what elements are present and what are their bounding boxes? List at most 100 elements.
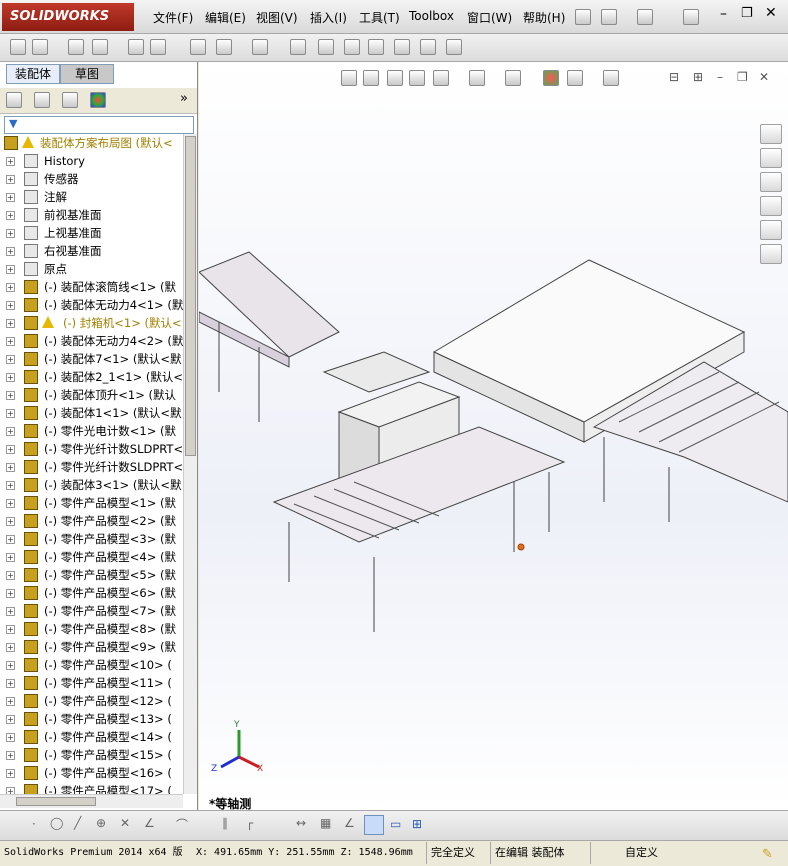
expand-icon[interactable]: + [6, 643, 15, 652]
tree-item[interactable]: + (-) 零件产品模型<1> (默 [0, 494, 183, 512]
section-view-icon[interactable] [409, 70, 425, 86]
expand-icon[interactable]: + [6, 661, 15, 670]
expand-icon[interactable]: + [6, 355, 15, 364]
home-icon[interactable] [760, 124, 782, 144]
expand-icon[interactable]: + [6, 391, 15, 400]
mate-icon[interactable] [92, 39, 108, 55]
pattern-icon[interactable] [216, 39, 232, 55]
expand-icon[interactable]: + [6, 517, 15, 526]
expand-icon[interactable]: + [6, 463, 15, 472]
tree-item[interactable]: + (-) 零件产品模型<15> ( [0, 746, 183, 764]
expand-icon[interactable]: + [6, 319, 15, 328]
expand-icon[interactable]: + [6, 607, 15, 616]
viewport-restore-icon[interactable]: ❐ [737, 70, 748, 84]
screenshot-icon[interactable] [446, 39, 462, 55]
rotate-icon[interactable] [190, 39, 206, 55]
menu-tools[interactable]: 工具(T) [359, 9, 400, 26]
tree-item[interactable]: + (-) 装配体滚筒线<1> (默 [0, 278, 183, 296]
tree-item[interactable]: + 前视基准面 [0, 206, 183, 224]
shaded-view-icon[interactable] [364, 815, 384, 835]
tree-vertical-scrollbar[interactable] [183, 134, 197, 794]
expand-icon[interactable]: + [6, 265, 15, 274]
tree-item[interactable]: + (-) 装配体7<1> (默认<默 [0, 350, 183, 368]
interference-icon[interactable] [394, 39, 410, 55]
expand-icon[interactable]: + [6, 247, 15, 256]
expand-icon[interactable]: + [6, 715, 15, 724]
zoom-area-icon[interactable] [363, 70, 379, 86]
tile-horizontal-icon[interactable]: ⊟ [669, 70, 679, 84]
line-icon[interactable]: ╱ [74, 816, 81, 830]
expand-icon[interactable]: + [6, 175, 15, 184]
tree-item[interactable]: + (-) 装配体3<1> (默认<默 [0, 476, 183, 494]
menu-insert[interactable]: 插入(I) [310, 9, 347, 26]
view-palette-icon[interactable] [760, 196, 782, 216]
feature-tree-icon[interactable] [6, 92, 22, 108]
trim-icon[interactable]: ✕ [120, 816, 130, 830]
tree-item[interactable]: + (-) 零件光纤计数SLDPRT< [0, 458, 183, 476]
hide-show-icon[interactable] [505, 70, 521, 86]
view-settings-icon[interactable] [603, 70, 619, 86]
move-icon[interactable] [150, 39, 166, 55]
tree-item[interactable]: + 注解 [0, 188, 183, 206]
paperclip-icon[interactable] [68, 39, 84, 55]
expand-icon[interactable]: + [6, 787, 15, 794]
corner-icon[interactable]: ┌ [246, 816, 253, 830]
expand-icon[interactable]: + [6, 697, 15, 706]
expand-icon[interactable]: + [6, 751, 15, 760]
expand-icon[interactable]: + [6, 229, 15, 238]
select-icon[interactable] [10, 39, 26, 55]
tree-item[interactable]: + (-) 零件产品模型<16> ( [0, 764, 183, 782]
graphics-viewport[interactable]: ⊟ ⊞ – ❐ ✕ Y X Z *等轴测 [199, 62, 788, 811]
menu-window[interactable]: 窗口(W) [467, 9, 512, 26]
appearance-icon[interactable] [543, 70, 559, 86]
menu-file[interactable]: 文件(F) [153, 9, 193, 26]
smart-fastener-icon[interactable] [252, 39, 268, 55]
parallel-icon[interactable]: ∥ [222, 816, 228, 830]
display-style-icon[interactable] [469, 70, 485, 86]
tree-item[interactable]: + (-) 装配体2_1<1> (默认< [0, 368, 183, 386]
zoom-to-fit-icon[interactable] [341, 70, 357, 86]
point-icon[interactable]: · [32, 817, 36, 831]
units-selector[interactable]: 自定义 [590, 842, 750, 864]
tree-item[interactable]: + (-) 零件产品模型<6> (默 [0, 584, 183, 602]
restore-icon[interactable]: ❐ [741, 6, 753, 21]
new-document-icon[interactable] [601, 9, 617, 25]
tree-item[interactable]: + (-) 零件产品模型<7> (默 [0, 602, 183, 620]
expand-icon[interactable]: + [6, 733, 15, 742]
file-explorer-icon[interactable] [760, 172, 782, 192]
minimize-icon[interactable]: – [720, 6, 727, 22]
expand-icon[interactable]: + [6, 571, 15, 580]
scroll-thumb[interactable] [185, 136, 196, 456]
tree-item[interactable]: + (-) 零件产品模型<4> (默 [0, 548, 183, 566]
expand-icon[interactable]: + [6, 535, 15, 544]
tree-item[interactable]: + 传感器 [0, 170, 183, 188]
tree-item[interactable]: + (-) 装配体无动力4<2> (默 [0, 332, 183, 350]
expand-icon[interactable]: + [6, 553, 15, 562]
menu-help[interactable]: 帮助(H) [523, 9, 565, 26]
tile-vertical-icon[interactable]: ⊞ [693, 70, 703, 84]
expand-icon[interactable]: + [6, 769, 15, 778]
relation-icon[interactable]: ∠ [344, 816, 355, 830]
expand-icon[interactable]: + [6, 625, 15, 634]
tree-item[interactable]: + (-) 零件产品模型<14> ( [0, 728, 183, 746]
expand-icon[interactable]: + [6, 499, 15, 508]
dimension-icon[interactable]: ↔ [296, 816, 306, 830]
tree-item[interactable]: + (-) 装配体无动力4<1> (默 [0, 296, 183, 314]
menu-toolbox[interactable]: Toolbox [409, 9, 454, 23]
sketch-icon[interactable] [344, 39, 360, 55]
open-folder-icon[interactable] [637, 9, 653, 25]
solidworks-logo[interactable]: SOLIDWORKS [2, 3, 134, 31]
component-icon[interactable] [128, 39, 144, 55]
assembly-model[interactable] [199, 182, 788, 652]
h-scroll-thumb[interactable] [16, 797, 96, 806]
expand-icon[interactable]: + [6, 445, 15, 454]
tree-horizontal-scrollbar[interactable] [0, 794, 183, 808]
close-icon[interactable]: ✕ [765, 5, 777, 21]
tree-item[interactable]: + (-) 装配体顶升<1> (默认 [0, 386, 183, 404]
help-icon[interactable] [683, 9, 699, 25]
pin-icon[interactable] [575, 9, 591, 25]
design-library-icon[interactable] [760, 148, 782, 168]
expand-icon[interactable]: + [6, 193, 15, 202]
expand-icon[interactable]: + [6, 427, 15, 436]
gear-icon[interactable] [290, 39, 306, 55]
